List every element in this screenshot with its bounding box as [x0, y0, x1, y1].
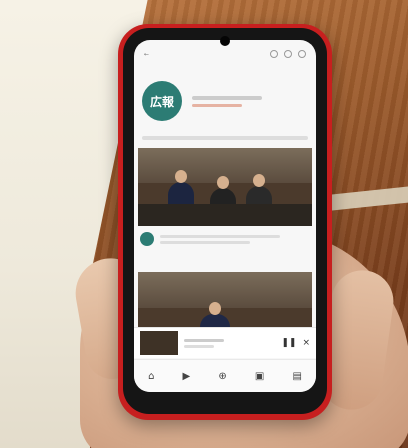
subscribe-blur[interactable]: [192, 103, 242, 107]
phone-screen: ← 広報 ❚❚ × ⌂ ▶ ⊕ ▣ ▤: [134, 40, 316, 392]
close-icon[interactable]: ×: [302, 338, 310, 348]
person-head: [253, 174, 265, 187]
channel-header: 広報: [142, 70, 308, 132]
mini-player-title-blur[interactable]: [184, 338, 275, 348]
cast-icon[interactable]: [270, 50, 278, 58]
channel-name-blur: [192, 95, 262, 100]
nav-shorts[interactable]: ▶: [183, 371, 191, 382]
smartphone: ← 広報 ❚❚ × ⌂ ▶ ⊕ ▣ ▤: [118, 24, 332, 420]
channel-info: [192, 95, 262, 107]
shorts-icon: ▶: [182, 370, 191, 382]
mini-player[interactable]: ❚❚ ×: [134, 327, 316, 358]
channel-mini-avatar[interactable]: [140, 232, 154, 246]
video-thumbnail[interactable]: [138, 148, 312, 226]
add-icon: ⊕: [218, 370, 227, 382]
mini-player-thumbnail[interactable]: [140, 331, 178, 355]
library-icon: ▤: [292, 370, 302, 382]
back-icon[interactable]: ←: [144, 51, 149, 58]
phone-bezel: ← 広報 ❚❚ × ⌂ ▶ ⊕ ▣ ▤: [123, 28, 327, 414]
search-icon[interactable]: [284, 50, 292, 58]
person-head: [209, 302, 221, 315]
video-title-blur[interactable]: [160, 234, 310, 244]
home-icon: ⌂: [148, 370, 155, 382]
front-camera: [220, 36, 230, 46]
channel-avatar[interactable]: 広報: [142, 81, 182, 121]
nav-home[interactable]: ⌂: [148, 371, 154, 382]
more-icon[interactable]: [298, 50, 306, 58]
subscriptions-icon: ▣: [254, 370, 265, 382]
room-desk: [138, 204, 312, 226]
channel-description-blur: [142, 136, 308, 140]
nav-library[interactable]: ▤: [292, 371, 301, 382]
photo-scene: ← 広報 ❚❚ × ⌂ ▶ ⊕ ▣ ▤: [0, 0, 408, 448]
video-meta: [140, 232, 310, 246]
nav-add[interactable]: ⊕: [218, 371, 226, 382]
nav-subscriptions[interactable]: ▣: [255, 371, 264, 382]
bottom-navigation: ⌂ ▶ ⊕ ▣ ▤: [134, 359, 316, 392]
app-header: ←: [134, 46, 316, 62]
person-head: [175, 170, 187, 183]
room-wall: [138, 272, 312, 308]
play-pause-icon[interactable]: ❚❚: [281, 338, 296, 348]
person-head: [217, 176, 229, 189]
